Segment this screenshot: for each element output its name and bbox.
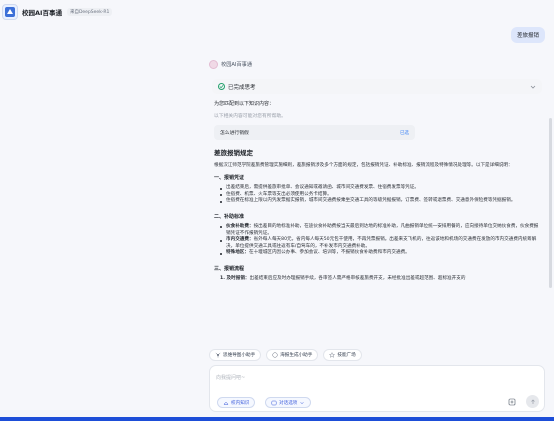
list-item: 伙食补助费：按出差目的地标准补助，在途伙食补助费按当天最后到达地的标准补助，凡曲… [220,223,540,237]
section-title: 一、报销凭证 [214,175,245,182]
list-item-text: 在十堰城区内因公办事、参加会议、培训等，不报销伙食补助费和市内交通费。 [248,250,410,256]
options-icon [271,400,277,405]
app-title: 校园AI百事通 [22,9,62,17]
campus-knowledge-label: 校内知识 [231,400,250,406]
chevron-down-icon [530,85,536,89]
answer-intro: 根据汉江师范学院差旅费管理实施细则，差旅报销涉及多个方面的规定，包括报销凭证、补… [214,163,513,168]
scrollbar[interactable] [549,118,552,288]
mindmap-assistant-button[interactable]: 思维导图小助手 [209,349,262,361]
list-item-text: 省外每人每天80元，省内每人每天50元包干使用，不再凭票报销。出差来支飞机的，往… [226,237,537,249]
poster-assistant-label: 海报生成小助手 [280,353,313,358]
list-item-text: 按出差目的地标准补助，在途伙食补助费按当天最后到达地的标准补助，凡曲报销单位统一… [226,223,539,236]
ordered-item: 1. 及时报销：出差结束后应及时办理报销手续，各审签人需严格审核差旅费开支，未经… [214,276,540,283]
message-composer[interactable]: 向我提问吧~ 校内知识 对话选项 [209,365,545,412]
ordered-item-label: 1. 及时报销： [220,275,250,281]
list-item-label: 特殊地区： [226,250,249,256]
user-message-text: 差旅报销 [516,33,539,39]
attach-icon[interactable] [507,397,517,407]
composer-placeholder: 向我提问吧~ [216,375,246,381]
send-arrow-icon [530,399,535,404]
campus-knowledge-chip[interactable]: 校内知识 [217,397,256,408]
bottom-bar [0,417,554,421]
bot-header: 校园AI百事通 [209,60,252,69]
list-item: 特殊地区：在十堰城区内因公办事、参加会议、培训等，不报销伙食补助费和市内交通费。 [220,250,540,257]
chevron-down-icon [300,401,305,404]
knowledge-card-tag: 已选 [400,130,409,136]
poster-icon [272,352,278,358]
answer-content: 为您匹配到以下知识内容： 以下相关内容可能对您有所帮助。 怎么进行销假 已选 差… [214,100,540,283]
campus-logo-icon [2,4,18,20]
user-message-bubble: 差旅报销 [510,27,545,43]
list-item-text: 住宿费、机票、火车票等支出必须使用公务卡结算。 [226,191,332,197]
list-item: 市内交通费：省外每人每天80元，省内每人每天50元包干使用，不再凭票报销。出差来… [220,237,540,250]
found-line: 为您匹配到以下知识内容： [214,101,275,107]
dialog-options-chip[interactable]: 对话选项 [265,397,312,408]
list-item: 出差结束后，需提供差旅审批单、会议通知或邀请函、城市间交通费发票、住宿费发票等凭… [220,185,540,192]
section-list: 出差结束后，需提供差旅审批单、会议通知或邀请函、城市间交通费发票、住宿费发票等凭… [214,185,540,205]
thinking-panel-toggle[interactable]: 已完成思考 [212,79,542,94]
model-badge: 来自DeepSeek-R1 [66,8,113,16]
list-item: 住宿费在标准上限以内凭发票据实报销，城市间交通费按乘坐交通工具的等级凭据报销，订… [220,198,540,205]
dialog-options-label: 对话选项 [279,400,298,406]
skills-square-button[interactable]: 技能广场 [323,349,362,361]
bot-name: 校园AI百事通 [221,62,253,68]
thinking-label: 已完成思考 [228,84,256,91]
section-title: 三、报销流程 [214,265,245,272]
skills-square-label: 技能广场 [337,353,356,358]
knowledge-card[interactable]: 怎么进行销假 已选 [214,125,415,140]
quick-actions: 思维导图小助手 海报生成小助手 技能广场 [209,349,362,361]
check-circle-icon [218,83,225,90]
answer-title: 差旅报销规定 [214,149,253,157]
top-bar: 校园AI百事通 来自DeepSeek-R1 [0,0,554,24]
list-item-text: 出差结束后，需提供差旅审批单、会议通知或邀请函、城市间交通费发票、住宿费发票等凭… [226,185,419,191]
mindmap-icon [215,352,221,358]
ordered-item-text: 出差结束后应及时办理报销手续，各审签人需严格审核差旅费开支，未经批准出差或超范围… [249,275,466,281]
list-item-text: 住宿费在标准上限以内凭发票据实报销，城市间交通费按乘坐交通工具的等级凭据报销，订… [226,198,516,204]
model-badge-label: 来自DeepSeek-R1 [69,10,110,15]
mindmap-assistant-label: 思维导图小助手 [223,353,256,358]
found-note: 以下相关内容可能对您有所帮助。 [214,114,286,119]
list-item-label: 伙食补助费： [226,223,254,229]
knowledge-icon [223,401,229,405]
poster-assistant-button[interactable]: 海报生成小助手 [266,349,319,361]
list-item-label: 市内交通费： [226,237,254,243]
knowledge-card-title: 怎么进行销假 [220,131,249,136]
bot-avatar [209,60,218,69]
skills-icon [329,352,336,358]
send-button[interactable] [526,395,539,408]
section-list: 伙食补助费：按出差目的地标准补助，在途伙食补助费按当天最后到达地的标准补助，凡曲… [214,224,540,257]
section-title: 二、补助标准 [214,213,245,220]
